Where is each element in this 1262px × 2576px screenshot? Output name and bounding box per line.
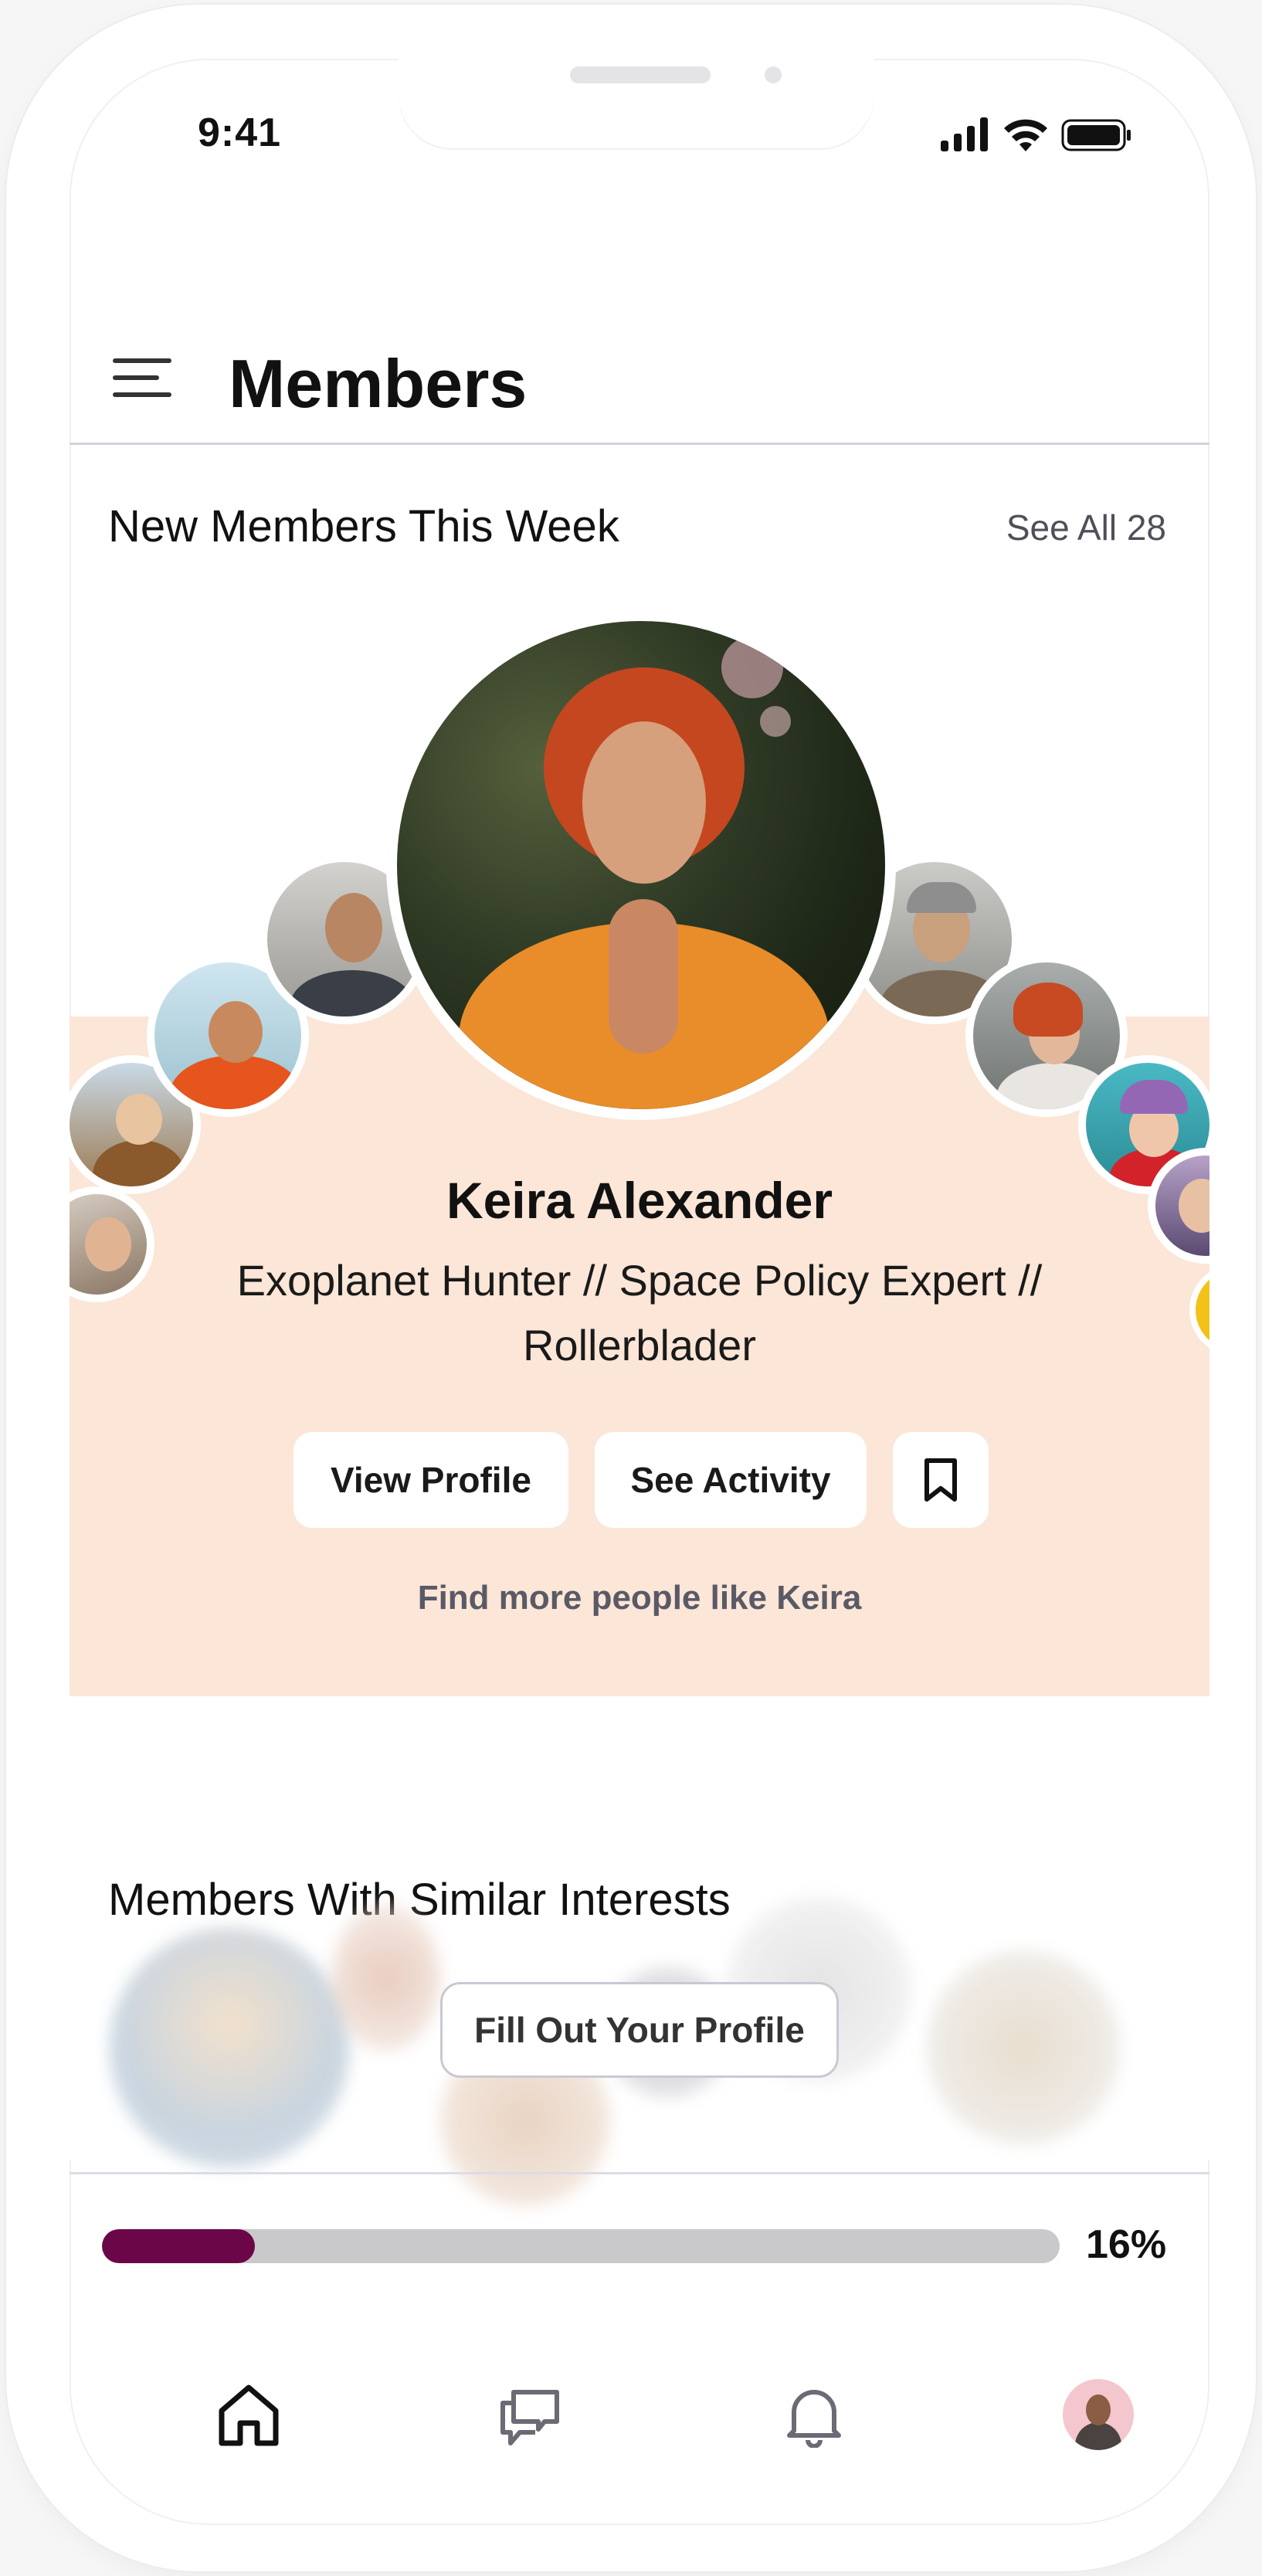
profile-avatar <box>1063 2379 1134 2450</box>
similar-members-title: Members With Similar Interests <box>108 1875 731 1925</box>
menu-line <box>113 375 159 380</box>
blurred-member-avatar <box>110 1928 349 2167</box>
find-more-link[interactable]: Find more people like Keira <box>70 1579 1209 1617</box>
featured-member-name: Keira Alexander <box>446 1172 833 1229</box>
chat-icon <box>500 2390 559 2445</box>
bookmark-icon <box>924 1458 957 1502</box>
featured-member-photo[interactable] <box>386 610 896 1120</box>
status-icons <box>941 113 1132 151</box>
profile-progress-bar <box>102 2229 1060 2263</box>
menu-line <box>113 392 171 397</box>
phone-frame: 9:41 Members New Members This Week See A… <box>6 5 1256 2571</box>
profile-progress-label: 16% <box>1086 2222 1167 2267</box>
featured-member-bio: Exoplanet Hunter // Space Policy Expert … <box>236 1256 1043 1369</box>
signal-icon <box>941 117 988 151</box>
blurred-member-avatar <box>927 1951 1120 2144</box>
battery-icon <box>1061 119 1131 151</box>
profile-progress-fill <box>102 2229 256 2263</box>
see-activity-button[interactable]: See Activity <box>595 1432 867 1528</box>
tab-profile[interactable] <box>1060 2376 1137 2453</box>
wifi-icon <box>1004 119 1047 151</box>
tab-notifications[interactable] <box>775 2376 853 2453</box>
menu-line <box>113 358 171 363</box>
page-title: Members <box>229 345 528 422</box>
bookmark-button[interactable] <box>893 1432 989 1528</box>
new-members-title: New Members This Week <box>108 501 619 552</box>
home-icon <box>219 2384 279 2446</box>
status-bar: 9:41 <box>70 59 1209 205</box>
status-time: 9:41 <box>198 110 282 155</box>
hamburger-menu-button[interactable] <box>113 358 175 405</box>
bell-icon <box>787 2390 841 2448</box>
view-profile-button[interactable]: View Profile <box>293 1432 568 1528</box>
app-header: Members <box>70 290 1209 445</box>
camera <box>765 66 782 83</box>
fill-out-profile-button[interactable]: Fill Out Your Profile <box>440 1982 839 2078</box>
app-screen: 9:41 Members New Members This Week See A… <box>70 59 1209 2525</box>
tab-messages[interactable] <box>491 2376 568 2453</box>
progress-divider <box>70 2172 1209 2174</box>
speaker <box>570 66 711 83</box>
bottom-tab-bar <box>70 2345 1209 2476</box>
tab-home[interactable] <box>210 2376 287 2453</box>
see-all-link[interactable]: See All 28 <box>1006 507 1166 548</box>
blurred-member-avatar <box>332 1905 440 2052</box>
